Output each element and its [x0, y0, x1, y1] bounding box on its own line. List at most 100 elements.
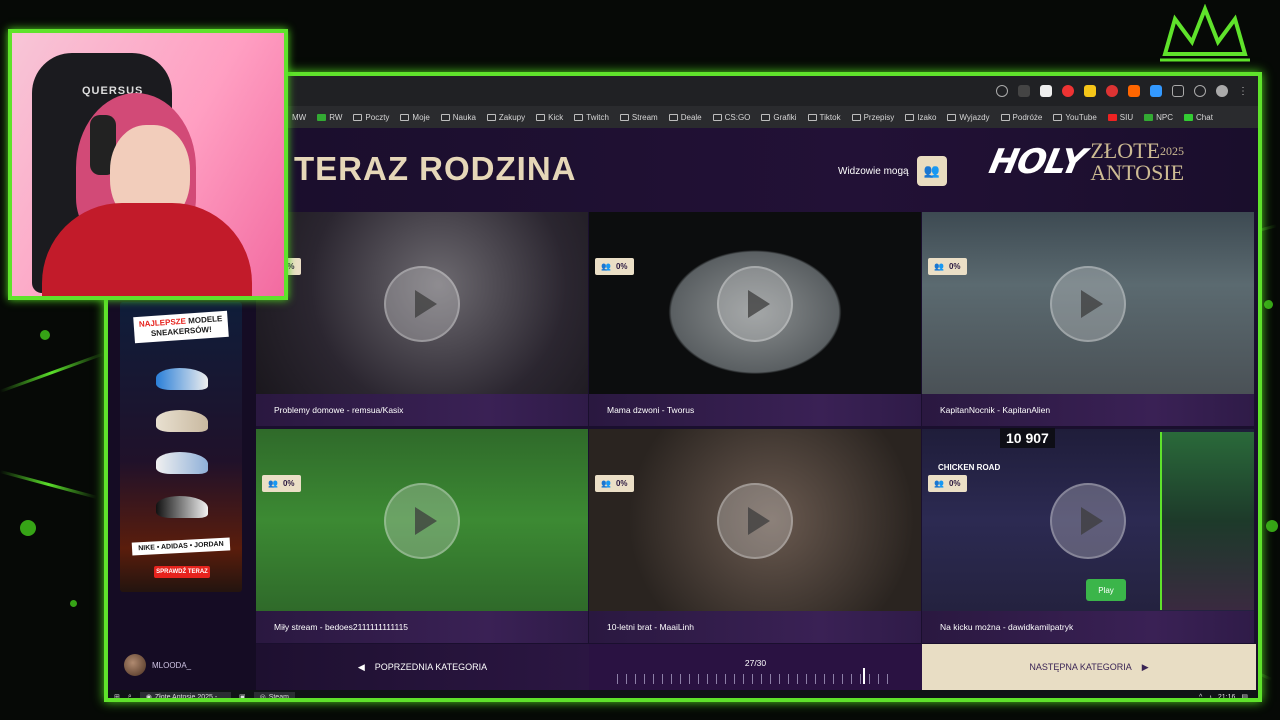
- bookmark-icon: [317, 113, 327, 121]
- chevron-up-icon[interactable]: ^: [1199, 694, 1202, 699]
- bookmark[interactable]: Chat: [1184, 113, 1213, 122]
- bookmark-icon: [1144, 113, 1154, 121]
- folder-icon: [440, 113, 450, 121]
- taskbar-app[interactable]: ◎ Steam: [253, 692, 295, 701]
- clip-tile[interactable]: 👥 0% KapitanNocnik - KapitanAlien: [922, 212, 1254, 426]
- bookmark-folder[interactable]: Grafiki: [761, 113, 797, 122]
- bookmark-folder[interactable]: Stream: [619, 113, 658, 122]
- folder-icon: [761, 113, 771, 121]
- folder-icon: [1053, 113, 1063, 121]
- category-pager: 27/30: [589, 644, 922, 690]
- folder-icon: [712, 113, 722, 121]
- sneaker-image: [156, 368, 208, 390]
- extension-icon[interactable]: [1084, 85, 1096, 97]
- taskbar-app[interactable]: ◉ Złote Antosie 2025 - ...: [139, 692, 231, 698]
- key-icon[interactable]: [1194, 85, 1206, 97]
- game-title: CHICKEN ROAD: [938, 463, 1001, 472]
- ad-headline-line1: MODELE: [187, 314, 223, 326]
- bookmark-folder[interactable]: Tiktok: [807, 113, 841, 122]
- stream-scene: ⋮ MW RW Poczty Moje Nauka Zakupy Kick Tw…: [0, 0, 1280, 720]
- bookmark-folder[interactable]: Przepisy: [851, 113, 894, 122]
- folder-icon: [574, 113, 584, 121]
- game-play-button[interactable]: Play: [1086, 579, 1126, 601]
- extension-icon[interactable]: [1128, 85, 1140, 97]
- clip-grid: 👥0% Problemy domowe - remsua/Kasix 👥0% M…: [256, 212, 1256, 644]
- clip-tile[interactable]: 👥 0% Mama dzwoni - Tworus: [589, 212, 921, 426]
- bookmark[interactable]: RW: [317, 113, 342, 122]
- ad-headline: NAJLEPSZE MODELE SNEAKERSÓW!: [133, 310, 229, 344]
- bookmark-folder[interactable]: Zakupy: [486, 113, 525, 122]
- play-button[interactable]: [384, 266, 460, 342]
- star-icon[interactable]: [996, 85, 1008, 97]
- bookmark-folder[interactable]: Wyjazdy: [947, 113, 990, 122]
- clip-tile[interactable]: 👥 0% Miły stream - bedoes2111111111115: [256, 429, 588, 643]
- ad-cta-button[interactable]: SPRAWDŹ TERAZ: [154, 566, 210, 578]
- bookmark-folder[interactable]: Deale: [668, 113, 702, 122]
- paint-splat: [20, 520, 36, 536]
- windows-start-icon[interactable]: ⊞: [114, 693, 120, 698]
- event-logo: HOLY ZŁOTE2025 ANTOSIE: [986, 140, 1184, 184]
- bookmark-folder[interactable]: Podróże: [1000, 113, 1042, 122]
- next-category-button[interactable]: NASTĘPNA KATEGORIA ▶: [922, 644, 1256, 690]
- play-button[interactable]: [717, 483, 793, 559]
- extension-icon[interactable]: [1018, 85, 1030, 97]
- puzzle-icon[interactable]: [1172, 85, 1184, 97]
- browser-toolbar: ⋮: [288, 76, 1258, 106]
- bookmark-folder[interactable]: Twitch: [574, 113, 609, 122]
- folder-icon[interactable]: ▣: [239, 693, 246, 698]
- extension-icon[interactable]: [1150, 85, 1162, 97]
- menu-dots-icon[interactable]: ⋮: [1238, 86, 1248, 97]
- viewers-button[interactable]: 👥: [916, 156, 947, 186]
- extension-icon[interactable]: [1062, 85, 1074, 97]
- bookmark-folder[interactable]: Poczty: [353, 113, 389, 122]
- viewers-label: Widzowie mogą: [838, 165, 909, 177]
- notification-icon[interactable]: ▤: [1241, 693, 1248, 698]
- users-icon: 👥: [268, 479, 278, 488]
- extension-icon[interactable]: [1040, 85, 1052, 97]
- play-button[interactable]: [717, 266, 793, 342]
- vote-percent-badge: 👥0%: [262, 475, 301, 492]
- bookmark[interactable]: MW: [292, 113, 306, 122]
- clip-tile[interactable]: 👥0% Problemy domowe - remsua/Kasix: [256, 212, 588, 426]
- sneakers-ad[interactable]: NAJLEPSZE MODELE SNEAKERSÓW! NIKE • ADID…: [120, 302, 242, 592]
- bookmark-folder[interactable]: Izako: [905, 113, 936, 122]
- sneaker-image: [156, 452, 208, 474]
- clock[interactable]: 21:16: [1218, 694, 1236, 699]
- bookmark[interactable]: SIU: [1107, 113, 1133, 122]
- prev-category-button[interactable]: ◀ POPRZEDNIA KATEGORIA: [256, 644, 589, 690]
- next-category-label: NASTĘPNA KATEGORIA: [1029, 662, 1132, 672]
- bookmark-folder[interactable]: CS:GO: [712, 113, 750, 122]
- extension-icon[interactable]: [1106, 85, 1118, 97]
- play-button[interactable]: [1050, 483, 1126, 559]
- volume-icon[interactable]: ♪: [1208, 694, 1212, 699]
- paint-streak: [0, 470, 97, 499]
- search-icon[interactable]: ⌕: [128, 693, 132, 698]
- bookmark-folder[interactable]: Kick: [536, 113, 563, 122]
- user-profile[interactable]: MLOODA_: [124, 654, 191, 676]
- avatar: [124, 654, 146, 676]
- bookmark[interactable]: NPC: [1144, 113, 1173, 122]
- profile-icon[interactable]: [1216, 85, 1228, 97]
- logo-year: 2025: [1160, 144, 1185, 158]
- users-icon: 👥: [934, 479, 944, 488]
- bookmark-icon: [1107, 113, 1117, 121]
- bookmark-folder[interactable]: YouTube: [1053, 113, 1097, 122]
- logo-text: ZŁOTE2025 ANTOSIE: [1090, 140, 1184, 184]
- crown-icon: [1160, 4, 1250, 62]
- folder-icon: [536, 113, 546, 121]
- progress-marker: [863, 668, 865, 684]
- play-button[interactable]: [384, 483, 460, 559]
- pip-webcam: [1160, 432, 1254, 610]
- play-button[interactable]: [1050, 266, 1126, 342]
- bookmark-folder[interactable]: Nauka: [440, 113, 476, 122]
- sneaker-image: [156, 410, 208, 432]
- folder-icon: [905, 113, 915, 121]
- bookmark-folder[interactable]: Moje: [400, 113, 430, 122]
- page-header: TERAZ RODZINA Widzowie mogą 👥 HOLY ZŁOTE…: [248, 128, 1258, 212]
- paint-splat: [70, 600, 77, 607]
- steam-icon: ◎: [259, 694, 266, 701]
- vote-percent-badge: 👥0%: [928, 475, 967, 492]
- clip-tile[interactable]: 👥 0% 10-letni brat - MaaiLinh: [589, 429, 921, 643]
- users-icon: 👥: [923, 163, 940, 178]
- folder-icon: [400, 113, 410, 121]
